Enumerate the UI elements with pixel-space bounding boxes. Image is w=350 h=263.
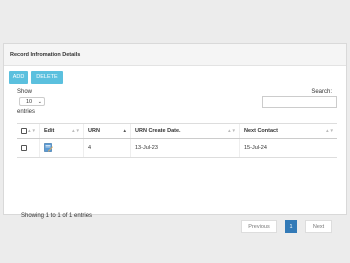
chevron-down-icon: ⌄	[37, 99, 42, 105]
sort-icon: ▲▼	[71, 128, 80, 133]
header-urn-label: URN	[88, 128, 100, 134]
show-label: Show	[17, 89, 33, 95]
table-info: Showing 1 to 1 of 1 entries	[21, 213, 93, 219]
add-button[interactable]: ADD	[9, 71, 28, 84]
row-next-contact: 15-Jul-24	[239, 138, 337, 158]
row-urn-create-date: 13-Jul-23	[130, 138, 240, 158]
entries-per-page-select[interactable]: 10 ⌄	[19, 97, 45, 106]
search-input[interactable]	[262, 96, 337, 108]
pagination-next-button[interactable]: Next	[305, 220, 332, 233]
sort-icon: ▲▼	[27, 128, 36, 133]
table-row: 4 13-Jul-23 15-Jul-24	[17, 138, 337, 158]
delete-button[interactable]: DELETE	[31, 71, 63, 84]
record-information-panel: Record Infromation Details ADD DELETE Sh…	[3, 43, 347, 233]
pagination-page-1[interactable]: 1	[285, 220, 297, 233]
sort-asc-icon: ▲	[122, 128, 127, 133]
header-urn-create-date[interactable]: URN Create Date. ▲▼	[130, 123, 240, 139]
header-next-contact[interactable]: Next Contact ▲▼	[239, 123, 337, 139]
header-next-contact-label: Next Contact	[244, 128, 278, 134]
row-urn: 4	[83, 138, 131, 158]
header-urn-create-date-label: URN Create Date.	[135, 128, 181, 134]
sort-icon: ▲▼	[227, 128, 236, 133]
edit-icon[interactable]	[44, 142, 53, 154]
table-header-row: ▲▼ Edit ▲▼ URN ▲ URN Create Date. ▲▼ Nex…	[17, 123, 337, 139]
search-label: Search:	[311, 89, 332, 95]
panel-title: Record Infromation Details	[4, 44, 346, 66]
records-table: ▲▼ Edit ▲▼ URN ▲ URN Create Date. ▲▼ Nex…	[17, 123, 337, 158]
pagination-previous-button[interactable]: Previous	[241, 220, 277, 233]
entries-label: entries	[17, 109, 36, 115]
sort-icon: ▲▼	[325, 128, 334, 133]
entries-per-page-value: 10	[26, 99, 33, 105]
header-edit-label: Edit	[44, 128, 55, 134]
row-edit-cell[interactable]	[39, 138, 84, 158]
header-edit[interactable]: Edit ▲▼	[39, 123, 84, 139]
header-select-all[interactable]: ▲▼	[17, 123, 40, 139]
header-urn[interactable]: URN ▲	[83, 123, 131, 139]
row-select-cell[interactable]	[17, 138, 40, 158]
row-checkbox[interactable]	[21, 144, 27, 151]
